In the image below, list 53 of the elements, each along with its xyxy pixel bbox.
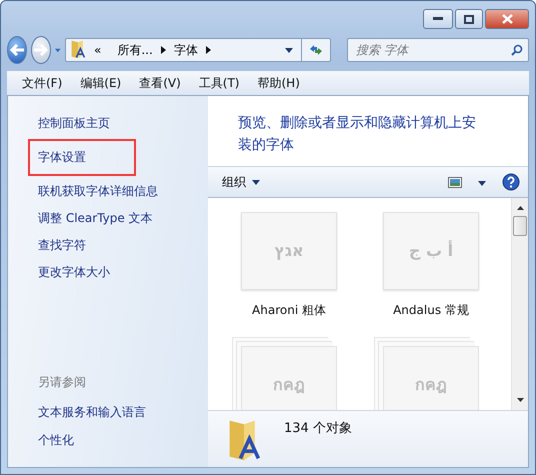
item-count: 134 个对象 [284,420,352,437]
address-bar[interactable]: « 所有... 字体 [65,38,331,62]
sidebar-link[interactable]: 个性化 [32,428,80,453]
font-name[interactable]: Andalus 常规 [393,302,469,318]
back-button[interactable] [7,36,28,64]
sidebar-link[interactable]: 控制面板主页 [32,111,116,136]
scroll-down-icon[interactable] [516,398,524,402]
caret-icon [478,181,486,186]
menu-item[interactable]: 查看(V) [130,74,190,92]
see-also-heading: 另请参阅 [38,374,87,391]
menu-item[interactable]: 文件(F) [13,74,72,92]
sidebar-link[interactable]: 更改字体大小 [32,260,116,285]
view-icon[interactable] [448,176,462,188]
scrollbar-thumb[interactable] [513,216,527,236]
font-sample: أ ب ج [408,239,454,262]
sidebar-link[interactable]: 字体设置 [30,141,134,174]
arrow-right-icon [34,44,48,56]
sidebar-link[interactable]: 联机获取字体详细信息 [32,179,164,204]
overflow-chevron[interactable]: « [94,43,102,57]
caret-icon [285,48,293,52]
breadcrumb[interactable]: 所有... [117,42,153,58]
menu-item[interactable]: 工具(T) [190,74,248,92]
caret-icon [55,48,61,52]
menu-item[interactable]: 编辑(E) [71,74,130,92]
maximize-button[interactable] [455,9,483,29]
minimize-icon [433,17,443,21]
search-icon [511,44,523,56]
font-sample: אגץ [274,240,304,262]
maximize-icon [464,14,474,24]
organize-button[interactable]: 组织 [220,172,262,192]
forward-button[interactable] [31,36,52,64]
font-name[interactable]: Aharoni 粗体 [252,302,326,318]
font-sample: กคฎ [273,374,305,396]
page-description: 预览、删除或者显示和隐藏计算机上安装的字体 [237,114,477,155]
font-folder-icon [70,38,86,58]
close-button[interactable] [485,9,529,29]
minimize-button[interactable] [423,9,453,29]
close-icon [502,14,512,24]
font-sample: กคฎ [415,374,447,396]
chevron-icon [160,46,166,54]
search-field[interactable]: 搜索 字体 [347,38,529,62]
chevron-icon [206,46,211,54]
sidebar-link[interactable]: 查找字符 [32,233,92,258]
scrollbar[interactable] [511,198,528,410]
sidebar-link[interactable]: 文本服务和输入语言 [32,400,152,425]
breadcrumb[interactable]: 字体 [174,42,198,58]
help-icon[interactable] [502,173,520,191]
refresh-icon[interactable] [308,43,324,57]
menu-item[interactable]: 帮助(H) [248,74,309,92]
caret-icon [252,180,260,184]
arrow-left-icon [10,44,24,56]
sidebar-link[interactable]: 调整 ClearType 文本 [32,206,159,231]
scroll-up-icon[interactable] [516,206,524,210]
